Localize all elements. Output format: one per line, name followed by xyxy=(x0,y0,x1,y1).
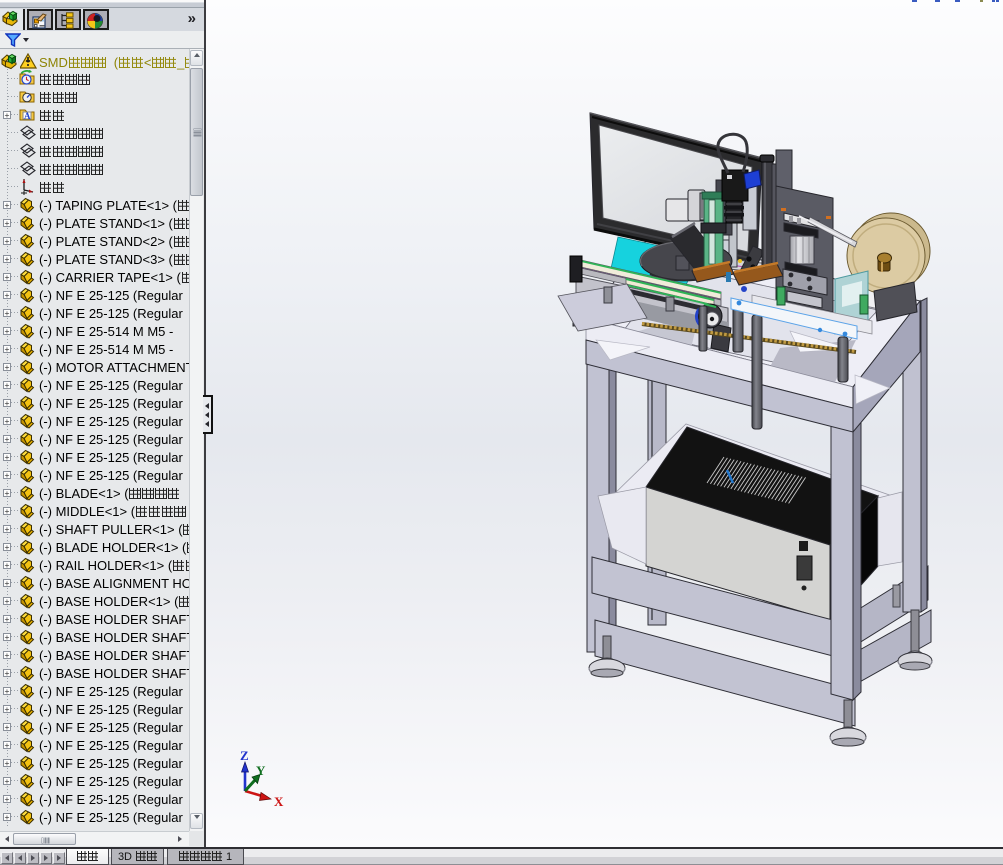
svg-text:X: X xyxy=(274,794,284,809)
svg-text:Z: Z xyxy=(240,748,249,763)
svg-text:Y: Y xyxy=(256,763,266,778)
